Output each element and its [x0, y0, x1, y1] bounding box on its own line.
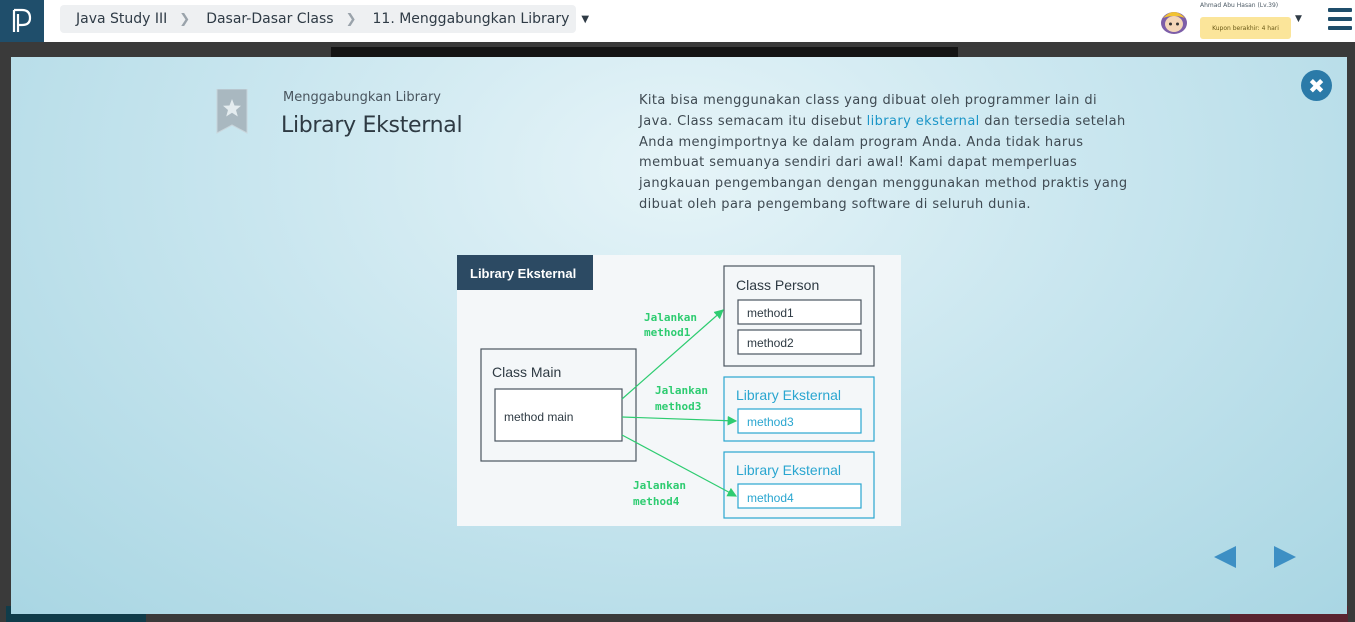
arrow2-label-line2: method3 [655, 400, 701, 413]
triangle-right-icon [1274, 546, 1296, 568]
app-logo[interactable] [0, 0, 44, 42]
breadcrumb: Java Study III ❯ Dasar-Dasar Class ❯ 11.… [60, 5, 589, 33]
breadcrumb-lesson[interactable]: 11. Menggabungkan Library [357, 11, 570, 27]
method2-label: method2 [747, 336, 794, 350]
breadcrumb-chapter[interactable]: Dasar-Dasar Class [190, 11, 333, 27]
diagram-header: Library Eksternal [470, 266, 576, 281]
slide-title: Library Eksternal [281, 113, 463, 138]
arrow3-label-line1: Jalankan [633, 479, 686, 492]
method4-label: method4 [747, 491, 794, 505]
close-icon: ✖ [1308, 73, 1325, 98]
library-diagram: Library Eksternal Class Main method main… [457, 255, 901, 526]
breadcrumb-course[interactable]: Java Study III [60, 11, 167, 27]
user-menu-caret-icon[interactable]: ▼ [1295, 14, 1302, 24]
slide-modal: ✖ Menggabungkan Library Library Eksterna… [11, 57, 1347, 614]
close-button[interactable]: ✖ [1301, 70, 1332, 101]
bookmark-icon[interactable] [216, 89, 248, 134]
top-bar: Java Study III ❯ Dasar-Dasar Class ❯ 11.… [0, 0, 1355, 42]
library-2-label: Library Eksternal [736, 462, 841, 478]
triangle-left-icon [1214, 546, 1236, 568]
class-main-label: Class Main [492, 364, 561, 380]
method1-label: method1 [747, 306, 794, 320]
slide-description: Kita bisa menggunakan class yang dibuat … [639, 91, 1129, 216]
menu-icon[interactable] [1328, 8, 1352, 30]
arrow2-label-line1: Jalankan [655, 384, 708, 397]
caret-down-icon[interactable]: ▼ [581, 14, 589, 25]
arrow1-label-line1: Jalankan [644, 311, 697, 324]
previous-slide-button[interactable] [1212, 544, 1238, 570]
library-1-label: Library Eksternal [736, 387, 841, 403]
coupon-badge: Kupon berakhir: 4 hari [1200, 17, 1291, 39]
slide-subtitle: Menggabungkan Library [283, 90, 441, 105]
chevron-right-icon: ❯ [345, 11, 357, 27]
avatar[interactable] [1158, 6, 1190, 36]
method3-label: method3 [747, 415, 794, 429]
method-main-label: method main [504, 410, 573, 424]
user-name[interactable]: Ahmad Abu Hasan (Lv.39) [1200, 2, 1278, 9]
chevron-right-icon: ❯ [179, 11, 191, 27]
arrow1-label-line2: method1 [644, 326, 691, 339]
desc-highlight: library eksternal [866, 113, 980, 129]
logo-icon [12, 8, 32, 32]
class-person-label: Class Person [736, 277, 819, 293]
arrow3-label-line2: method4 [633, 495, 680, 508]
next-slide-button[interactable] [1272, 544, 1298, 570]
